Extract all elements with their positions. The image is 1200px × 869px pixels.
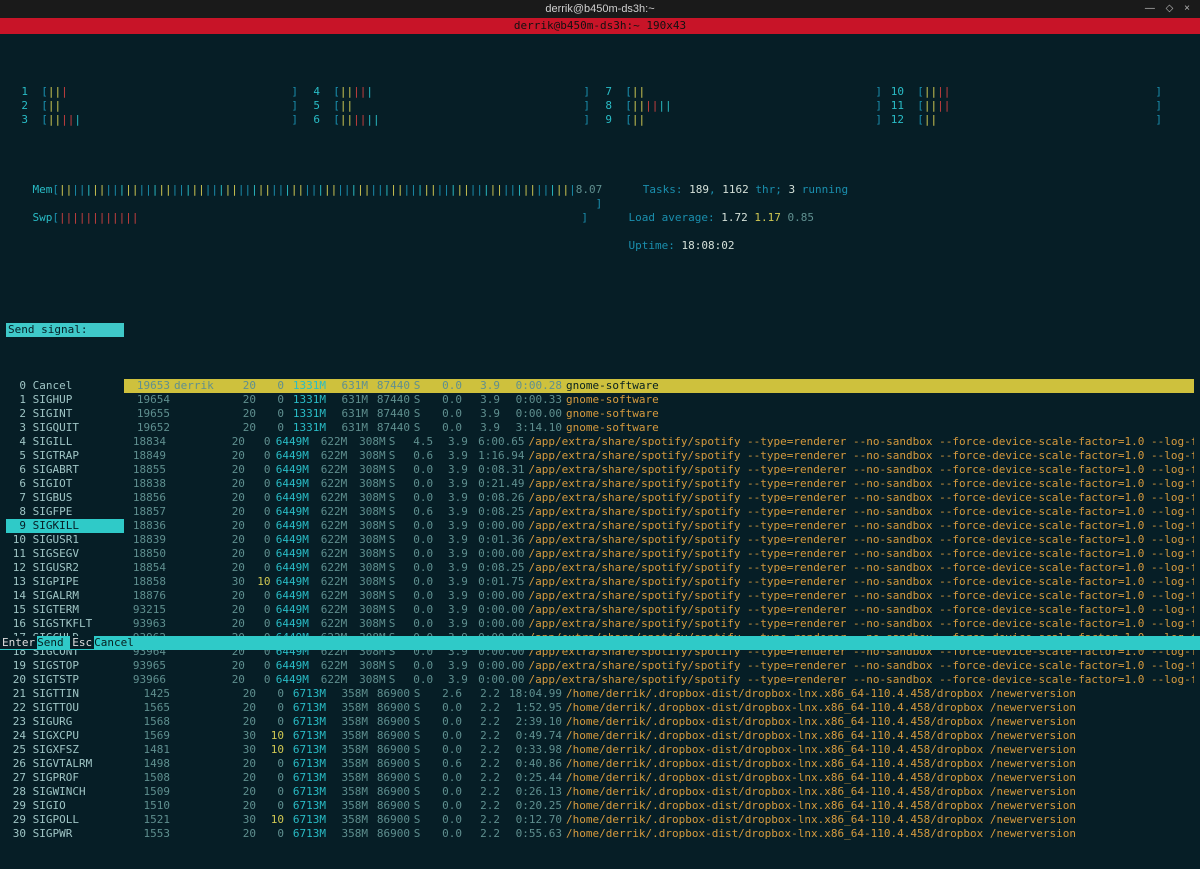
signal-SIGPIPE[interactable]: 13 SIGPIPE [6,575,124,589]
uptime-label: Uptime: [629,239,682,252]
process-row[interactable]: 148130106713M358M86900S0.02.20:33.98/hom… [124,743,1194,757]
action-cancel: Cancel [94,636,134,649]
signal-SIGUSR2[interactable]: 12 SIGUSR2 [6,561,124,575]
process-row[interactable]: 1885830106449M622M308MS0.03.90:01.75/app… [124,575,1194,589]
process-row[interactable]: 188362006449M622M308MS0.03.90:00.00/app/… [124,519,1194,533]
signal-SIGXFSZ[interactable]: 25 SIGXFSZ [6,743,124,757]
process-row[interactable]: 196542001331M631M87440S0.03.90:00.33gnom… [124,393,1194,407]
mem-bar: ||||||||||||||||||||||||||||||||||||||||… [59,183,576,196]
process-row[interactable]: 188492006449M622M308MS0.63.91:16.94/app/… [124,449,1194,463]
cpu-meter-8: 8 [||||||] [590,99,882,113]
window-buttons[interactable]: — ◇ × [1145,0,1194,18]
process-row[interactable]: 152130106713M358M86900S0.02.20:12.70/hom… [124,813,1194,827]
signal-SIGINT[interactable]: 2 SIGINT [6,407,124,421]
process-row[interactable]: 15682006713M358M86900S0.02.22:39.10/home… [124,715,1194,729]
window-titlebar: derrik@b450m-ds3h:~ — ◇ × [0,0,1200,18]
cpu-meter-6: 6 [||||||] [298,113,590,127]
process-row[interactable]: 188392006449M622M308MS0.03.90:01.36/app/… [124,533,1194,547]
signal-SIGSTOP[interactable]: 19 SIGSTOP [6,659,124,673]
signal-SIGVTALRM[interactable]: 26 SIGVTALRM [6,757,124,771]
cpu-meter-7: 7 [||] [590,85,882,99]
signal-SIGUSR1[interactable]: 10 SIGUSR1 [6,533,124,547]
process-row[interactable]: 15082006713M358M86900S0.02.20:25.44/home… [124,771,1194,785]
cpu-meter-5: 5 [||] [298,99,590,113]
signal-list[interactable]: 0 Cancel1 SIGHUP2 SIGINT3 SIGQUIT4 SIGIL… [6,379,124,841]
tasks-label: Tasks: [643,183,689,196]
cpu-meter-11: 11 [||||] [882,99,1162,113]
process-row[interactable]: 188382006449M622M308MS0.03.90:21.49/app/… [124,477,1194,491]
cpu-meter-2: 2 [||] [6,99,298,113]
process-row[interactable]: 196522001331M631M87440S0.03.93:14.10gnom… [124,421,1194,435]
signal-SIGBUS[interactable]: 7 SIGBUS [6,491,124,505]
process-row[interactable]: 188572006449M622M308MS0.63.90:08.25/app/… [124,505,1194,519]
process-row[interactable]: 932152006449M622M308MS0.03.90:00.00/app/… [124,603,1194,617]
key-esc[interactable]: Esc [70,636,94,649]
cpu-meter-12: 12 [||] [882,113,1162,127]
signal-SIGKILL[interactable]: 9 SIGKILL [6,519,124,533]
process-row[interactable]: 14252006713M358M86900S2.62.218:04.99/hom… [124,687,1194,701]
process-row[interactable]: 188762006449M622M308MS0.03.90:00.00/app/… [124,589,1194,603]
mem-value: 8.07 [576,183,603,196]
footer-bar: EnterSend EscCancel [0,636,1200,650]
cpu-meters: 1 [|||]4 [|||||]7 [||]10 [||||] 2 [||]5 [… [6,85,1194,127]
process-row[interactable]: 15652006713M358M86900S0.02.21:52.95/home… [124,701,1194,715]
mem-label: Mem [33,183,53,196]
signal-SIGILL[interactable]: 4 SIGILL [6,435,124,449]
process-list[interactable]: 19653derrik2001331M631M87440S0.03.90:00.… [124,379,1194,841]
signal-SIGTSTP[interactable]: 20 SIGTSTP [6,673,124,687]
swp-label: Swp [33,211,53,224]
signal-Cancel[interactable]: 0 Cancel [6,379,124,393]
terminal-tab[interactable]: derrik@b450m-ds3h:~ 190x43 [0,18,1200,34]
process-row[interactable]: 15102006713M358M86900S0.02.20:20.25/home… [124,799,1194,813]
signal-SIGPWR[interactable]: 30 SIGPWR [6,827,124,841]
process-row[interactable]: 188542006449M622M308MS0.03.90:08.25/app/… [124,561,1194,575]
process-row[interactable]: 939662006449M622M308MS0.03.90:00.00/app/… [124,673,1194,687]
signal-prompt: Send signal: [6,323,124,337]
cpu-meter-10: 10 [||||] [882,85,1162,99]
tab-label: derrik@b450m-ds3h:~ 190x43 [514,19,686,32]
process-row[interactable]: 188502006449M622M308MS0.03.90:00.00/app/… [124,547,1194,561]
swp-bar: |||||||||||| [59,211,139,224]
cpu-meter-4: 4 [|||||] [298,85,590,99]
signal-SIGWINCH[interactable]: 28 SIGWINCH [6,785,124,799]
signal-SIGSEGV[interactable]: 11 SIGSEGV [6,547,124,561]
signal-SIGXCPU[interactable]: 24 SIGXCPU [6,729,124,743]
action-send: Send [37,636,70,649]
signal-SIGPOLL[interactable]: 29 SIGPOLL [6,813,124,827]
signal-SIGSTKFLT[interactable]: 16 SIGSTKFLT [6,617,124,631]
signal-SIGTTIN[interactable]: 21 SIGTTIN [6,687,124,701]
key-enter[interactable]: Enter [0,636,37,649]
process-row[interactable]: 15092006713M358M86900S0.02.20:26.13/home… [124,785,1194,799]
process-row[interactable]: 196552001331M631M87440S0.03.90:00.00gnom… [124,407,1194,421]
cpu-meter-1: 1 [|||] [6,85,298,99]
signal-SIGTRAP[interactable]: 5 SIGTRAP [6,449,124,463]
signal-SIGABRT[interactable]: 6 SIGABRT [6,463,124,477]
process-row[interactable]: 188552006449M622M308MS0.03.90:08.31/app/… [124,463,1194,477]
signal-SIGIO[interactable]: 29 SIGIO [6,799,124,813]
signal-SIGURG[interactable]: 23 SIGURG [6,715,124,729]
process-row[interactable]: 156930106713M358M86900S0.02.20:49.74/hom… [124,729,1194,743]
signal-SIGTERM[interactable]: 15 SIGTERM [6,603,124,617]
signal-SIGHUP[interactable]: 1 SIGHUP [6,393,124,407]
load-label: Load average: [629,211,722,224]
signal-SIGTTOU[interactable]: 22 SIGTTOU [6,701,124,715]
signal-SIGQUIT[interactable]: 3 SIGQUIT [6,421,124,435]
process-row[interactable]: 939652006449M622M308MS0.03.90:00.00/app/… [124,659,1194,673]
process-row[interactable]: 188342006449M622M308MS4.53.96:00.65/app/… [124,435,1194,449]
cpu-meter-3: 3 [|||||] [6,113,298,127]
process-row[interactable]: 188562006449M622M308MS0.03.90:08.26/app/… [124,491,1194,505]
process-row[interactable]: 14982006713M358M86900S0.62.20:40.86/home… [124,757,1194,771]
signal-SIGIOT[interactable]: 6 SIGIOT [6,477,124,491]
cpu-meter-9: 9 [||] [590,113,882,127]
process-row[interactable]: 19653derrik2001331M631M87440S0.03.90:00.… [124,379,1194,393]
column-header-row: Send signal: PIDUSERPRINIVIRTRESSHRSCPU%… [6,323,1194,337]
signal-SIGALRM[interactable]: 14 SIGALRM [6,589,124,603]
window-title: derrik@b450m-ds3h:~ [545,3,654,15]
signal-SIGPROF[interactable]: 27 SIGPROF [6,771,124,785]
process-row[interactable]: 939632006449M622M308MS0.03.90:00.00/app/… [124,617,1194,631]
process-row[interactable]: 15532006713M358M86900S0.02.20:55.63/home… [124,827,1194,841]
signal-SIGFPE[interactable]: 8 SIGFPE [6,505,124,519]
